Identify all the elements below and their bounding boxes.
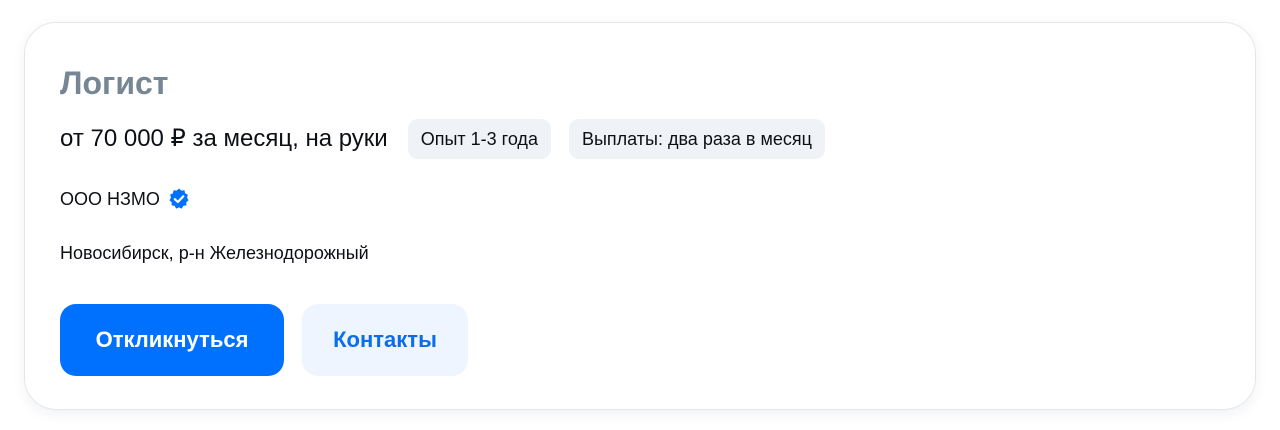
salary-text: от 70 000 ₽ за месяц, на руки <box>60 125 388 152</box>
company-name[interactable]: ООО НЗМО <box>60 185 160 213</box>
respond-button[interactable]: Откликнуться <box>60 304 284 376</box>
experience-chip: Опыт 1-3 года <box>407 119 551 159</box>
location-text: Новосибирск, р-н Железнодорожный <box>60 243 369 263</box>
company-row: ООО НЗМО <box>60 185 191 213</box>
verified-badge-icon <box>167 187 191 211</box>
payout-chip: Выплаты: два раза в месяц <box>568 119 825 159</box>
contacts-button[interactable]: Контакты <box>302 304 468 376</box>
vacancy-card[interactable]: Логист от 70 000 ₽ за месяц, на руки Опы… <box>24 22 1256 410</box>
vacancy-title[interactable]: Логист <box>60 63 168 103</box>
salary-row: от 70 000 ₽ за месяц, на руки Опыт 1-3 г… <box>60 119 843 159</box>
